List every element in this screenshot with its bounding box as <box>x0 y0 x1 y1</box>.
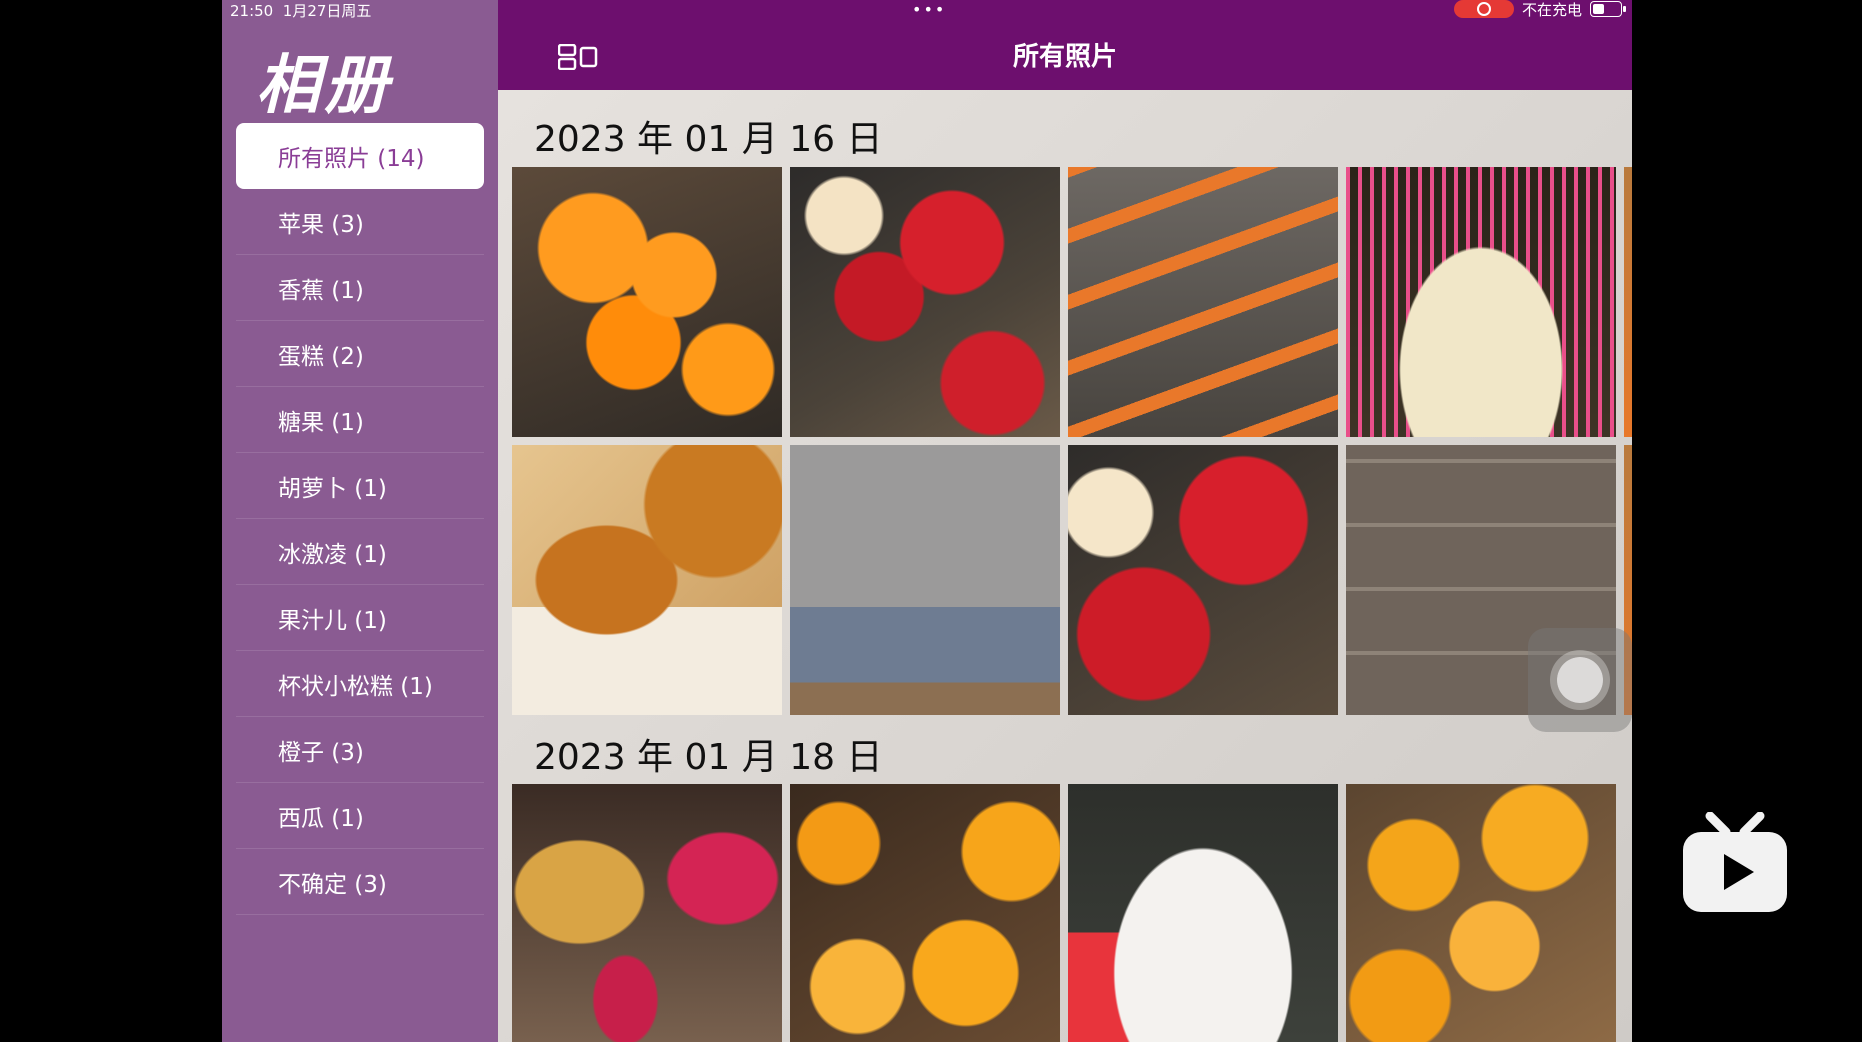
photo-thumbnail-juice[interactable] <box>512 784 782 1042</box>
album-item-watermelon[interactable]: 西瓜 (1) <box>236 783 484 849</box>
status-indicators: 不在充电 <box>1453 0 1626 19</box>
album-item-uncertain[interactable]: 不确定 (3) <box>236 849 484 915</box>
sidebar-title: 相册 <box>256 48 392 123</box>
photo-thumbnail-watermelon[interactable] <box>1068 784 1338 1042</box>
album-item-cupcake[interactable]: 杯状小松糕 (1) <box>236 651 484 717</box>
photo-thumbnail-mountain[interactable] <box>790 445 1060 715</box>
section-date-heading: 2023 年 01 月 18 日 <box>534 737 883 778</box>
album-item-banana[interactable]: 香蕉 (1) <box>236 255 484 321</box>
photo-thumbnail-cake[interactable] <box>1346 167 1616 437</box>
photo-thumbnail-muffins[interactable] <box>512 445 782 715</box>
status-time: 21:50 1月27日周五 <box>230 0 372 20</box>
photo-thumbnail-tangerines[interactable] <box>790 784 1060 1042</box>
battery-icon <box>1590 1 1626 17</box>
album-item-cake[interactable]: 蛋糕 (2) <box>236 321 484 387</box>
device-screen: 相册 所有照片 (14) 苹果 (3) 香蕉 (1) 蛋糕 (2) 糖果 (1)… <box>222 0 1632 1042</box>
charging-status: 不在充电 <box>1521 0 1582 19</box>
album-item-carrot[interactable]: 胡萝卜 (1) <box>236 453 484 519</box>
photo-thumbnail-apples[interactable] <box>790 167 1060 437</box>
photo-thumbnail-oranges[interactable] <box>512 167 782 437</box>
sidebar: 相册 所有照片 (14) 苹果 (3) 香蕉 (1) 蛋糕 (2) 糖果 (1)… <box>222 0 498 1042</box>
recording-indicator-icon[interactable] <box>1453 0 1514 18</box>
photo-thumbnail-carrots[interactable] <box>1068 167 1338 437</box>
tv-play-icon <box>1683 812 1787 912</box>
status-clock: 21:50 <box>230 2 274 20</box>
album-item-ice-cream[interactable]: 冰激凌 (1) <box>236 519 484 585</box>
photo-thumbnail-apples-2[interactable] <box>1068 445 1338 715</box>
album-item-candy[interactable]: 糖果 (1) <box>236 387 484 453</box>
photo-grid: 2023 年 01 月 16 日 2023 年 01 月 18 日 <box>498 90 1632 1042</box>
section-date-heading: 2023 年 01 月 16 日 <box>534 119 883 160</box>
album-list: 所有照片 (14) 苹果 (3) 香蕉 (1) 蛋糕 (2) 糖果 (1) 胡萝… <box>236 123 484 915</box>
status-date: 1月27日周五 <box>282 2 372 20</box>
page-title: 所有照片 <box>1012 42 1117 72</box>
album-item-all-photos[interactable]: 所有照片 (14) <box>236 123 484 189</box>
album-item-apple[interactable]: 苹果 (3) <box>236 189 484 255</box>
photo-thumbnail-partial[interactable] <box>1624 167 1632 437</box>
album-item-orange[interactable]: 橙子 (3) <box>236 717 484 783</box>
multitask-dots-icon[interactable]: ••• <box>912 0 946 19</box>
assistive-touch-icon[interactable] <box>1528 628 1632 732</box>
album-item-juice[interactable]: 果汁儿 (1) <box>236 585 484 651</box>
photo-thumbnail-oranges-2[interactable] <box>1346 784 1616 1042</box>
